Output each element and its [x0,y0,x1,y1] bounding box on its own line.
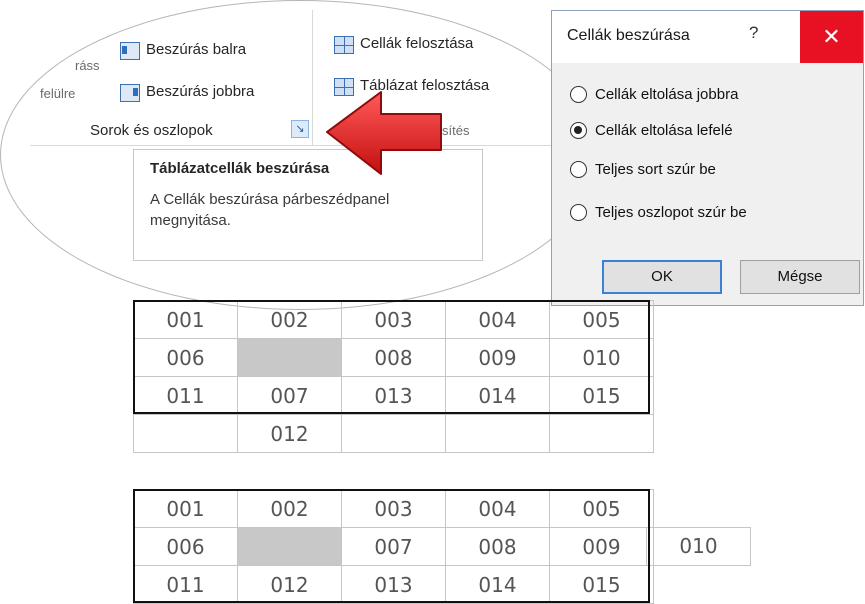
table-row: 011 007 013 014 015 [133,376,654,415]
insert-column-left-icon [120,42,140,60]
inserted-empty-cell [237,338,342,377]
table-cell: 006 [133,338,238,377]
table-cell: 005 [549,300,654,339]
table-row: 011 012 013 014 015 [133,565,654,604]
table-row: 012 [133,414,654,453]
option-label: Cellák eltolása jobbra [595,85,739,103]
table-cell [341,414,446,453]
table-cell [549,414,654,453]
table-cell [445,414,550,453]
insert-left-button[interactable]: Beszúrás balra [146,41,246,58]
split-cells-button[interactable]: Cellák felosztása [360,35,473,52]
option-label: Teljes sort szúr be [595,160,716,178]
close-button[interactable]: ✕ [800,11,863,63]
ribbon-group-label: Sorok és oszlopok [90,122,213,139]
option-insert-row[interactable]: Teljes sort szúr be [570,157,716,181]
option-shift-down[interactable]: Cellák eltolása lefelé [570,118,733,142]
insert-cells-dialog: Cellák beszúrása ? ✕ Cellák eltolása job… [551,10,864,306]
overflow-cell: 010 [646,527,751,566]
table-cell: 013 [341,376,446,415]
table-cell: 006 [133,527,238,566]
table-cell: 004 [445,489,550,528]
dialog-title: Cellák beszúrása [567,27,690,44]
close-icon: ✕ [822,24,841,49]
table-cell: 005 [549,489,654,528]
ribbon-partial-label-1: ráss [75,58,100,73]
cancel-button[interactable]: Mégse [740,260,860,294]
ribbon-partial-label-2: felülre [40,86,76,101]
table-cell: 011 [133,376,238,415]
table-cell: 004 [445,300,550,339]
table-cell: 015 [549,565,654,604]
table-cell: 007 [237,376,342,415]
table-cell: 008 [341,338,446,377]
option-label: Teljes oszlopot szúr be [595,203,747,221]
table-row: 006 007 008 009 [133,527,654,566]
insert-column-right-icon [120,84,140,102]
table-cell: 012 [237,565,342,604]
table-cell: 011 [133,565,238,604]
table-cell: 015 [549,376,654,415]
table-cell: 013 [341,565,446,604]
table-cell: 002 [237,489,342,528]
dialog-launcher-button[interactable]: ↘ [291,120,309,138]
table-cell: 012 [237,414,342,453]
radio-shift-right[interactable] [570,85,587,103]
table-cell: 010 [549,338,654,377]
table-cell: 007 [341,527,446,566]
table-cell: 014 [445,565,550,604]
table-cell: 002 [237,300,342,339]
table-row: 001 002 003 004 005 [133,489,654,528]
table-cell: 008 [445,527,550,566]
red-arrow-pointer-icon [326,91,442,175]
option-shift-right[interactable]: Cellák eltolása jobbra [570,82,738,106]
table-cell: 003 [341,300,446,339]
tooltip-text: A Cellák beszúrása párbeszédpanel megnyi… [150,191,390,229]
split-cells-icon [334,36,354,54]
help-button[interactable]: ? [749,23,758,43]
table-shift-right: 001 002 003 004 005 006 007 008 009 011 … [133,489,654,604]
option-label: Cellák eltolása lefelé [595,121,733,139]
table-cell: 001 [133,489,238,528]
option-insert-column[interactable]: Teljes oszlopot szúr be [570,200,747,224]
radio-insert-column[interactable] [570,203,587,221]
table-cell: 009 [445,338,550,377]
table-row: 001 002 003 004 005 [133,300,654,339]
radio-insert-row[interactable] [570,160,587,178]
table-shift-down: 001 002 003 004 005 006 008 009 010 011 … [133,300,654,453]
inserted-empty-cell [237,527,342,566]
insert-right-button[interactable]: Beszúrás jobbra [146,83,254,100]
dialog-titlebar: Cellák beszúrása ? ✕ [552,11,863,63]
table-row: 006 008 009 010 [133,338,654,377]
table-cell: 009 [549,527,654,566]
ok-button[interactable]: OK [602,260,722,294]
table-cell: 001 [133,300,238,339]
radio-shift-down[interactable] [570,121,587,139]
ribbon-divider-horizontal [30,145,555,146]
table-cell [133,414,238,453]
ribbon-divider-vertical [312,10,313,145]
table-cell: 014 [445,376,550,415]
table-cell: 003 [341,489,446,528]
